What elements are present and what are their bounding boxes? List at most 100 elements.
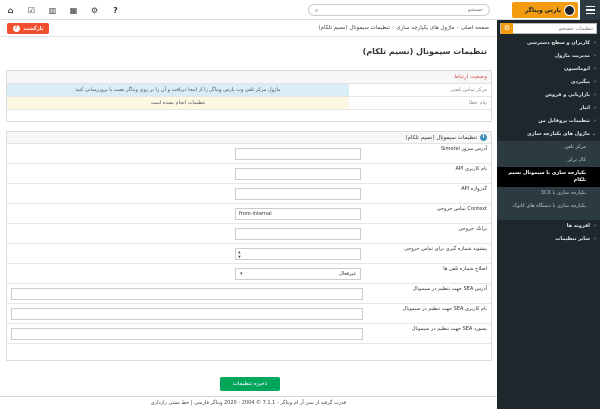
sea-address-input[interactable] [11,288,363,300]
outbound-trunk-input[interactable] [235,228,361,240]
sidebar-subitem-kanuk[interactable]: یکپارچه سازی با دستگاه های کانوک [497,200,600,220]
chevron-down-icon: ▾ [240,271,243,277]
sidebar-item-extensions[interactable]: ‹ افزونه ها [497,220,600,233]
chevron-down-icon: ⌄ [591,131,596,137]
chevron-left-icon: ‹ [593,40,596,46]
sidebar-item-label: ماژول های یکپارچه سازی [527,131,590,137]
form-row: نام کاربری SEA جهت تنظیم در سیمونال [7,304,491,324]
breadcrumb-current: تنظیمات سیمونال (نسیم تلکام) [318,25,391,31]
form-row: آدرس SEA جهت تنظیم در سیمونال [7,284,491,304]
status-label: پیام خطا [469,100,487,106]
form-row: آدرس سرور Simotel [7,144,491,164]
back-button-label: بازگشت [23,25,44,32]
breadcrumb-parent[interactable]: ماژول های یکپارچه سازی [396,25,454,31]
form-row: گذرواژه API [7,184,491,204]
api-password-input[interactable] [235,188,361,200]
breadcrumb: صفحه اصلی›ماژول های یکپارچه سازی›تنظیمات… [318,25,489,31]
sidebar-item-label: تنظیمات پروفایل من [538,118,590,124]
stepper-up-icon[interactable]: ▲ [238,250,241,255]
top-bar: پارس ویناگر ⌕ ⌂ ☑ ▥ ▦ ⚙ ? [0,0,600,20]
sidebar-subitem-pbx[interactable]: مرکز تلفن [497,141,600,154]
global-search: ⌕ [308,4,490,16]
info-icon: i [480,134,487,141]
footer: قدرت گرفته از سی آر ام ویناگر - 7.1.1 © … [0,396,497,409]
help-icon[interactable]: ? [12,25,20,32]
phone-correction-select[interactable]: غیرفعال ▾ [235,268,361,280]
gear-icon[interactable]: ⚙ [84,6,105,15]
sidebar-item-modules[interactable]: ‹ مدیریت ماژول [497,50,600,63]
sidebar-search: ⚙ [500,23,597,34]
help-icon[interactable]: ? [105,6,126,15]
field-label: پسورد SEA جهت تنظیم در سیمونال [411,326,487,332]
field-label: پیشوند شماره گیری برای تماس خروجی [404,246,487,252]
chevron-left-icon: ‹ [593,236,596,242]
logo-text: پارس ویناگر [524,6,561,14]
main-content: تنظیمات سیمونال (نسیم تلکام) وضعیت ارتبا… [0,37,497,396]
sidebar-item-followup[interactable]: ‹ پیگیردی [497,76,600,89]
api-username-input[interactable] [235,168,361,180]
sidebar-subitem-calltracker[interactable]: کال ترکر [497,154,600,167]
stepper-arrows[interactable]: ▲ ▼ [238,250,241,259]
stepper-down-icon[interactable]: ▼ [238,255,241,260]
form-row: ترانک خروجی [7,224,491,244]
sea-username-input[interactable] [11,308,363,320]
settings-heading-text: تنظیمات سیمونال (نسیم تلکام) [405,134,477,141]
back-button[interactable]: بازگشت ? [7,23,49,34]
sidebar: ⚙ ‹کاربران و سطح دسترسی ‹مدیریت ماژول ‹ا… [497,20,600,409]
sidebar-subitem-simotel[interactable]: یکپارچه سازی با سیمونال نسیم تلکام [497,167,600,187]
sidebar-subitem-3cx[interactable]: یکپارچه سازی با 3CX [497,187,600,200]
status-row: مرکز تماس تلفنی ماژول مرکز تلفن وب پارس … [7,84,491,97]
sidebar-item-label: انبار [579,105,590,111]
global-search-input[interactable] [333,6,483,14]
sidebar-item-label: کاربران و سطح دسترسی [527,40,590,46]
outbound-context-input[interactable] [235,208,361,220]
sidebar-item-profile[interactable]: ‹ تنظیمات پروفایل من [497,115,600,128]
hamburger-menu-icon[interactable] [580,0,600,20]
sidebar-item-integrations[interactable]: ⌄ ماژول های یکپارچه سازی [497,128,600,141]
sidebar-item-users[interactable]: ‹ کاربران و سطح دسترسی [497,37,600,50]
settings-heading: i تنظیمات سیمونال (نسیم تلکام) [7,132,491,144]
checklist-icon[interactable]: ☑ [21,6,42,15]
sidebar-item-label: افزونه ها [566,223,590,229]
chevron-left-icon: ‹ [593,66,596,72]
status-value-info: ماژول مرکز تلفن وب پارس ویناگر را از این… [7,84,349,96]
field-label: آدرس SEA جهت تنظیم در سیمونال [412,286,487,292]
search-icon[interactable]: ⌕ [315,7,318,15]
status-heading: وضعیت ارتباط [7,71,491,84]
breadcrumb-bar: صفحه اصلی›ماژول های یکپارچه سازی›تنظیمات… [0,20,497,37]
sidebar-item-inventory[interactable]: ‹ انبار [497,102,600,115]
form-row: نام کاربری API [7,164,491,184]
logo-emblem-icon [564,4,575,16]
field-label: Context تماس خروجی [436,206,487,212]
sidebar-search-input[interactable] [516,24,596,34]
chevron-left-icon: ‹ [593,53,596,59]
form-row: پیشوند شماره گیری برای تماس خروجی ▲ ▼ [7,244,491,264]
brand-logo[interactable]: پارس ویناگر [512,2,578,18]
page-title: تنظیمات سیمونال (نسیم تلکام) [362,47,487,56]
sidebar-item-label: بازاریابی و فروش [545,92,590,98]
calendar-icon[interactable]: ▦ [63,6,84,15]
chevron-left-icon: ‹ [593,79,596,85]
sidebar-item-marketing[interactable]: ‹ بازاریابی و فروش [497,89,600,102]
form-row: پسورد SEA جهت تنظیم در سیمونال [7,324,491,344]
field-label: آدرس سرور Simotel [440,146,487,152]
sidebar-item-label: مدیریت ماژول [554,53,590,59]
save-settings-button[interactable]: ذخیره تنظیمات [220,377,280,391]
field-label: نام کاربری API [455,166,488,172]
simotel-settings-panel: i تنظیمات سیمونال (نسیم تلکام) آدرس سرور… [6,131,492,361]
simotel-server-address-input[interactable] [235,148,361,160]
dial-prefix-stepper[interactable]: ▲ ▼ [235,248,361,260]
sidebar-item-automation[interactable]: ‹ اتوماسیون [497,63,600,76]
form-row: Context تماس خروجی [7,204,491,224]
settings-gear-icon[interactable]: ⚙ [501,23,513,34]
sidebar-item-label: اتوماسیون [563,66,590,72]
chevron-left-icon: ‹ [593,92,596,98]
sea-password-input[interactable] [11,328,363,340]
chevron-left-icon: ‹ [593,223,596,229]
sidebar-item-other-settings[interactable]: ‹ سایر تنظیمات [497,233,600,246]
form-row: اصلاح شماره تلفن ها غیرفعال ▾ [7,264,491,284]
home-icon[interactable]: ⌂ [0,6,21,15]
breadcrumb-home[interactable]: صفحه اصلی [461,25,489,31]
chart-icon[interactable]: ▥ [42,6,63,15]
sidebar-item-label: پیگیردی [570,79,590,85]
